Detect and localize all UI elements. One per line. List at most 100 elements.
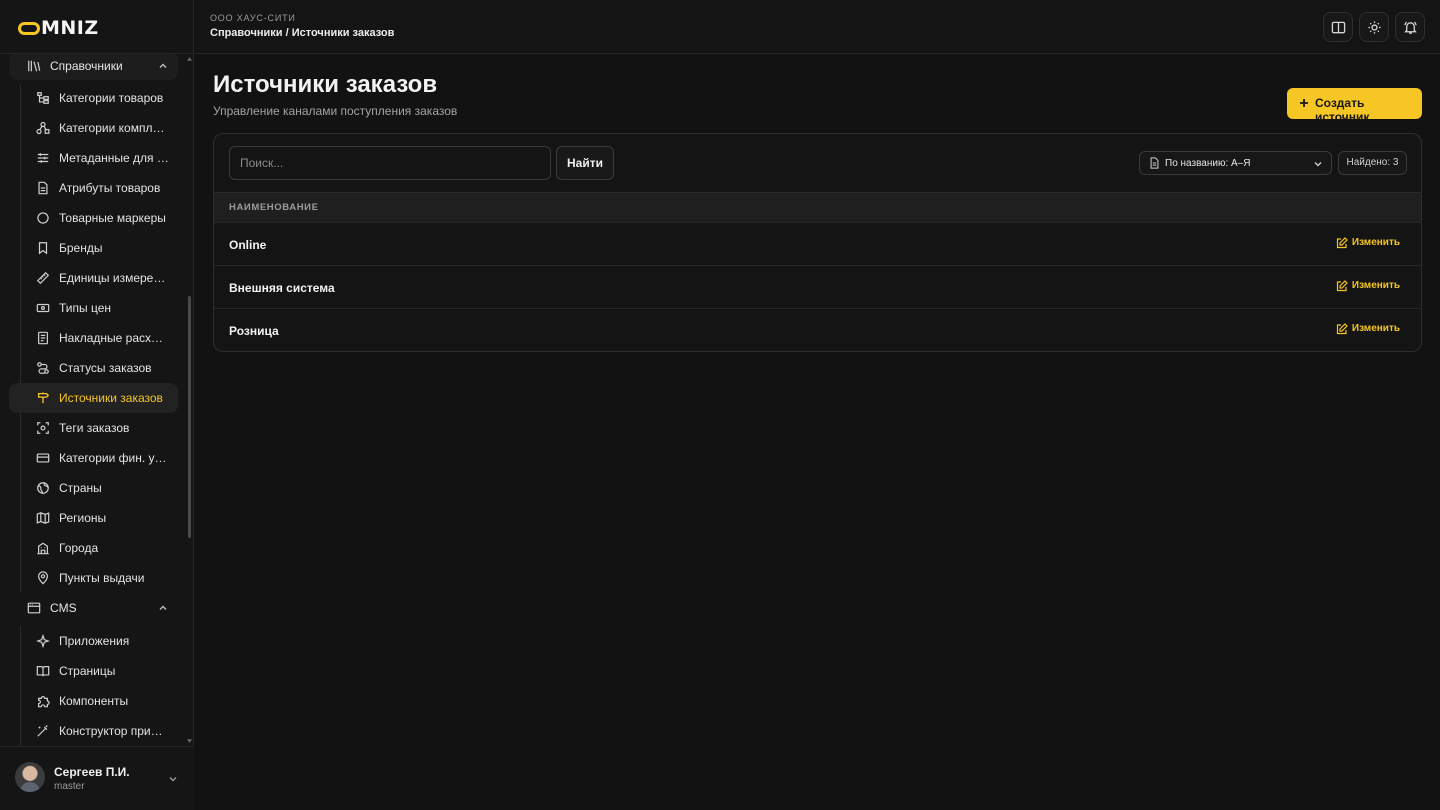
user-role: master xyxy=(54,781,85,792)
ruler-icon xyxy=(36,271,50,285)
wand-icon xyxy=(37,725,48,737)
sidebar-item-storefront-metadata[interactable]: Метаданные для витрины xyxy=(27,143,178,173)
sidebar-item-label: Теги заказов xyxy=(59,421,130,435)
find-button[interactable]: Найти xyxy=(556,146,614,180)
building-icon xyxy=(37,542,49,555)
chevron-down-icon xyxy=(1314,162,1322,167)
edit-icon xyxy=(1336,280,1348,292)
row-name: Розница xyxy=(229,324,279,338)
sidebar-group-directories[interactable]: Справочники xyxy=(9,54,178,80)
sidebar-item-brands[interactable]: Бренды xyxy=(27,233,178,263)
top-bar: ООО ХАУС-СИТИ Справочники / Источники за… xyxy=(195,0,1440,54)
card-icon xyxy=(36,453,50,463)
found-count-badge: Найдено: 3 xyxy=(1338,151,1407,175)
sidebar-item-order-sources[interactable]: Источники заказов xyxy=(9,383,178,413)
table-row[interactable]: Розница Изменить xyxy=(214,308,1421,351)
breadcrumb: Справочники / Источники заказов xyxy=(210,27,395,39)
table-row[interactable]: Online Изменить xyxy=(214,222,1421,265)
search-input[interactable] xyxy=(229,146,551,180)
edit-label: Изменить xyxy=(1351,323,1400,334)
sidebar-item-components[interactable]: Компоненты xyxy=(27,686,178,716)
sort-select[interactable]: По названию: А–Я xyxy=(1139,151,1332,175)
sidebar-item-regions[interactable]: Регионы xyxy=(27,503,178,533)
theme-toggle-button[interactable] xyxy=(1359,12,1389,42)
route-icon xyxy=(37,362,49,374)
receipt-icon xyxy=(38,331,48,345)
sidebar-group-cms[interactable]: CMS xyxy=(9,594,178,622)
scroll-up-arrow-icon[interactable] xyxy=(186,56,193,62)
avatar xyxy=(15,762,45,792)
sidebar-item-product-attributes[interactable]: Атрибуты товаров xyxy=(27,173,178,203)
circle-icon xyxy=(37,212,49,224)
sidebar: MNIZ Справочники Категории товаров Катег… xyxy=(0,0,194,810)
chevron-down-icon[interactable] xyxy=(168,774,178,784)
map-icon xyxy=(36,512,50,524)
sidebar-item-label: Страны xyxy=(59,481,102,495)
sidebar-item-countries[interactable]: Страны xyxy=(27,473,178,503)
sidebar-item-order-tags[interactable]: Теги заказов xyxy=(27,413,178,443)
omniz-logo[interactable]: MNIZ xyxy=(18,17,99,39)
chevron-up-icon[interactable] xyxy=(158,61,168,71)
browser-icon xyxy=(27,602,41,614)
sidebar-item-label: Пункты выдачи xyxy=(59,571,145,585)
plus-icon xyxy=(1300,99,1308,107)
puzzle-icon xyxy=(38,696,50,708)
file-text-icon xyxy=(1150,157,1159,169)
sidebar-item-applications[interactable]: Приложения xyxy=(27,626,178,656)
sidebar-item-cities[interactable]: Города xyxy=(27,533,178,563)
sidebar-item-pickup-points[interactable]: Пункты выдачи xyxy=(27,563,178,593)
sidebar-item-product-markers[interactable]: Товарные маркеры xyxy=(27,203,178,233)
sidebar-item-label: Метаданные для витрины xyxy=(59,151,169,165)
sidebar-item-label: Категории комплектов xyxy=(59,121,169,135)
edit-button[interactable]: Изменить xyxy=(1336,237,1400,251)
edit-button[interactable]: Изменить xyxy=(1336,323,1400,337)
sidebar-item-label: Единицы измерения xyxy=(59,271,169,285)
book-open-icon xyxy=(1331,21,1346,34)
logo-bar: MNIZ xyxy=(0,0,193,54)
sidebar-item-label: Типы цен xyxy=(59,301,112,315)
library-icon xyxy=(28,60,41,72)
sparkles-icon xyxy=(36,634,50,648)
sidebar-item-finance-categories[interactable]: Категории фин. учета xyxy=(27,443,178,473)
sidebar-item-units[interactable]: Единицы измерения xyxy=(27,263,178,293)
sidebar-scrollbar[interactable] xyxy=(188,296,191,538)
scan-icon xyxy=(37,422,49,434)
docs-button[interactable] xyxy=(1323,12,1353,42)
sidebar-item-pages[interactable]: Страницы xyxy=(27,656,178,686)
globe-icon xyxy=(37,482,49,494)
edit-icon xyxy=(1336,237,1348,249)
book-icon xyxy=(36,666,50,677)
sidebar-item-label: Накладные расходы xyxy=(59,331,169,345)
user-menu[interactable]: Сергеев П.И. master xyxy=(0,746,194,810)
sidebar-item-product-categories[interactable]: Категории товаров xyxy=(27,83,178,113)
sidebar-item-price-types[interactable]: Типы цен xyxy=(27,293,178,323)
sidebar-nav: Справочники Категории товаров Категории … xyxy=(0,54,194,746)
chevron-up-icon[interactable] xyxy=(158,603,168,613)
sidebar-item-label: Категории фин. учета xyxy=(59,451,169,465)
edit-button[interactable]: Изменить xyxy=(1336,280,1400,294)
sidebar-item-label: Категории товаров xyxy=(59,91,164,105)
sidebar-item-bundle-categories[interactable]: Категории комплектов xyxy=(27,113,178,143)
edit-label: Изменить xyxy=(1351,237,1400,248)
file-icon xyxy=(38,181,48,195)
organization-name: ООО ХАУС-СИТИ xyxy=(210,13,296,23)
tree-icon xyxy=(37,92,49,104)
sidebar-item-app-builder[interactable]: Конструктор приложений xyxy=(27,716,178,746)
tree-line xyxy=(20,626,21,746)
row-name: Внешняя система xyxy=(229,281,335,295)
banknote-icon xyxy=(36,303,50,313)
page-subtitle: Управление каналами поступления заказов xyxy=(213,104,458,118)
sidebar-item-order-statuses[interactable]: Статусы заказов xyxy=(27,353,178,383)
pin-icon xyxy=(38,571,48,585)
sidebar-item-overhead-costs[interactable]: Накладные расходы xyxy=(27,323,178,353)
sidebar-item-label: Бренды xyxy=(59,241,103,255)
create-source-button[interactable]: Создать источник xyxy=(1287,88,1422,124)
column-header-name[interactable]: НАИМЕНОВАНИЕ xyxy=(229,202,319,213)
sidebar-item-label: Атрибуты товаров xyxy=(59,181,161,195)
signpost-icon xyxy=(37,392,50,404)
table-row[interactable]: Внешняя система Изменить xyxy=(214,265,1421,308)
user-name: Сергеев П.И. xyxy=(54,765,130,779)
notifications-button[interactable] xyxy=(1395,12,1425,42)
tree-line xyxy=(20,84,21,592)
scroll-down-arrow-icon[interactable] xyxy=(186,738,193,744)
